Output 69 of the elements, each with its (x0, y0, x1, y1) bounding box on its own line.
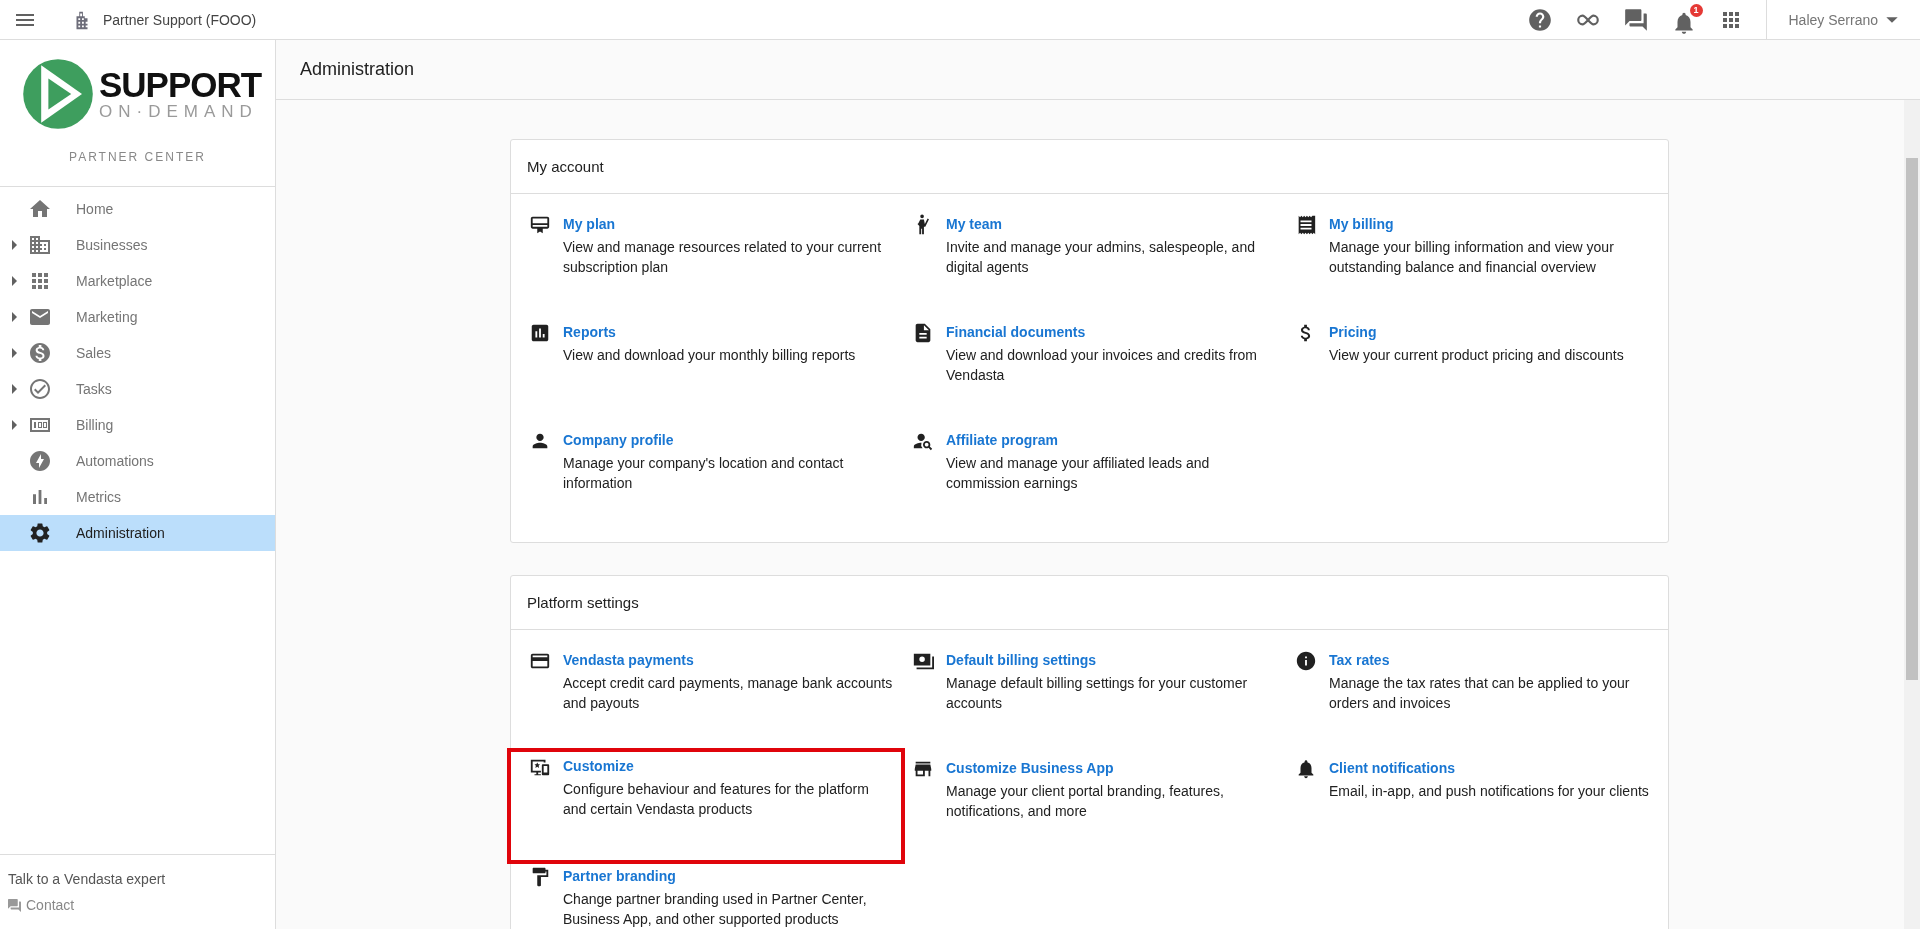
help-icon[interactable] (1526, 6, 1553, 33)
setting-link[interactable]: Company profile (563, 432, 893, 448)
setting-description: Change partner branding used in Partner Center, Business App, and other supported products (563, 890, 868, 929)
setting-description: View your current product pricing and discounts (1329, 346, 1625, 365)
chat-icon[interactable] (1622, 6, 1649, 33)
certificate-icon (529, 214, 551, 236)
setting-link[interactable]: Reports (563, 324, 893, 340)
setting-link[interactable]: Customize Business App (946, 760, 1276, 776)
scrollbar[interactable] (1904, 100, 1920, 929)
setting-description: Invite and manage your admins, salespeople, and digital agents (946, 238, 1256, 277)
expand-arrow-icon (10, 276, 18, 286)
setting-link[interactable]: Financial documents (946, 324, 1276, 340)
setting-description: Email, in-app, and push notifications for your clients (1329, 782, 1650, 801)
scrollbar-thumb[interactable] (1906, 158, 1918, 680)
setting-description: Manage your company's location and contact information (563, 454, 845, 493)
setting-link[interactable]: Affiliate program (946, 432, 1276, 448)
setting-link[interactable]: My team (946, 216, 1276, 232)
setting-description: Accept credit card payments, manage bank accounts and payouts (563, 674, 893, 713)
setting-link[interactable]: Partner branding (563, 868, 893, 884)
sidebar-item[interactable]: Metrics (0, 479, 275, 515)
setting-description: View and download your invoices and credits from Vendasta (946, 346, 1259, 385)
sidebar-subtitle: PARTNER CENTER (0, 130, 275, 187)
info-icon (1295, 650, 1317, 672)
expand-arrow-icon (10, 420, 18, 430)
setting-description: View and manage resources related to your current subscription plan (563, 238, 883, 277)
setting-link[interactable]: My plan (563, 216, 893, 232)
sidebar-item[interactable]: Home (0, 191, 275, 227)
expand-arrow-icon (10, 312, 18, 322)
contact-link[interactable]: Contact (8, 897, 267, 913)
logo-subtext: ON·DEMAND (99, 103, 259, 121)
setting-description: Manage your billing information and view your outstanding balance and financial overview (1329, 238, 1615, 277)
setting-description: View and manage your affiliated leads and commission earnings (946, 454, 1211, 493)
setting-description: Configure behaviour and features for the platform and certain Vendasta products (563, 780, 870, 819)
user-menu[interactable]: Haley Serrano (1766, 11, 1920, 28)
sidebar-item[interactable]: Businesses (0, 227, 275, 263)
expand-arrow-icon (10, 348, 18, 358)
page-title: Administration (300, 59, 415, 80)
setting-description: View and download your monthly billing reports (563, 346, 857, 365)
sidebar-item[interactable]: Billing (0, 407, 275, 443)
sidebar-item[interactable]: Administration (0, 515, 275, 551)
logo-text: SUPPORT (99, 67, 262, 103)
account-name[interactable]: Partner Support (FOOO) (103, 11, 257, 28)
sidebar-item[interactable]: Automations (0, 443, 275, 479)
setting-link[interactable]: My billing (1329, 216, 1659, 232)
setting-link[interactable]: Pricing (1329, 324, 1659, 340)
play-logo-icon (22, 58, 94, 130)
notifications-button[interactable]: 1 (1670, 3, 1703, 36)
sidebar-item[interactable]: Marketing (0, 299, 275, 335)
setting-description: Manage your client portal branding, features, notifications, and more (946, 782, 1225, 821)
expand-arrow-icon (10, 240, 18, 250)
sidebar-item[interactable]: Tasks (0, 371, 275, 407)
setting-link[interactable]: Vendasta payments (563, 652, 893, 668)
setting-description: Manage default billing settings for your customer accounts (946, 674, 1249, 713)
setting-link[interactable]: Default billing settings (946, 652, 1276, 668)
notification-badge: 1 (1689, 3, 1703, 17)
expand-arrow-icon (10, 384, 18, 394)
setting-link[interactable]: Tax rates (1329, 652, 1659, 668)
setting-link[interactable]: Client notifications (1329, 760, 1659, 776)
setting-link[interactable]: Customize (563, 758, 893, 774)
sidebar-item[interactable]: Sales (0, 335, 275, 371)
expert-text: Talk to a Vendasta expert (8, 871, 167, 887)
sidebar-item[interactable]: Marketplace (0, 263, 275, 299)
settings-icon (28, 521, 52, 545)
card-title: My account (511, 140, 1668, 194)
chat-icon (8, 898, 21, 912)
setting-description: Manage the tax rates that can be applied to your orders and invoices (1329, 674, 1631, 713)
card-title: Platform settings (511, 576, 1668, 630)
caret-icon (1886, 15, 1898, 24)
building-icon (28, 233, 52, 257)
